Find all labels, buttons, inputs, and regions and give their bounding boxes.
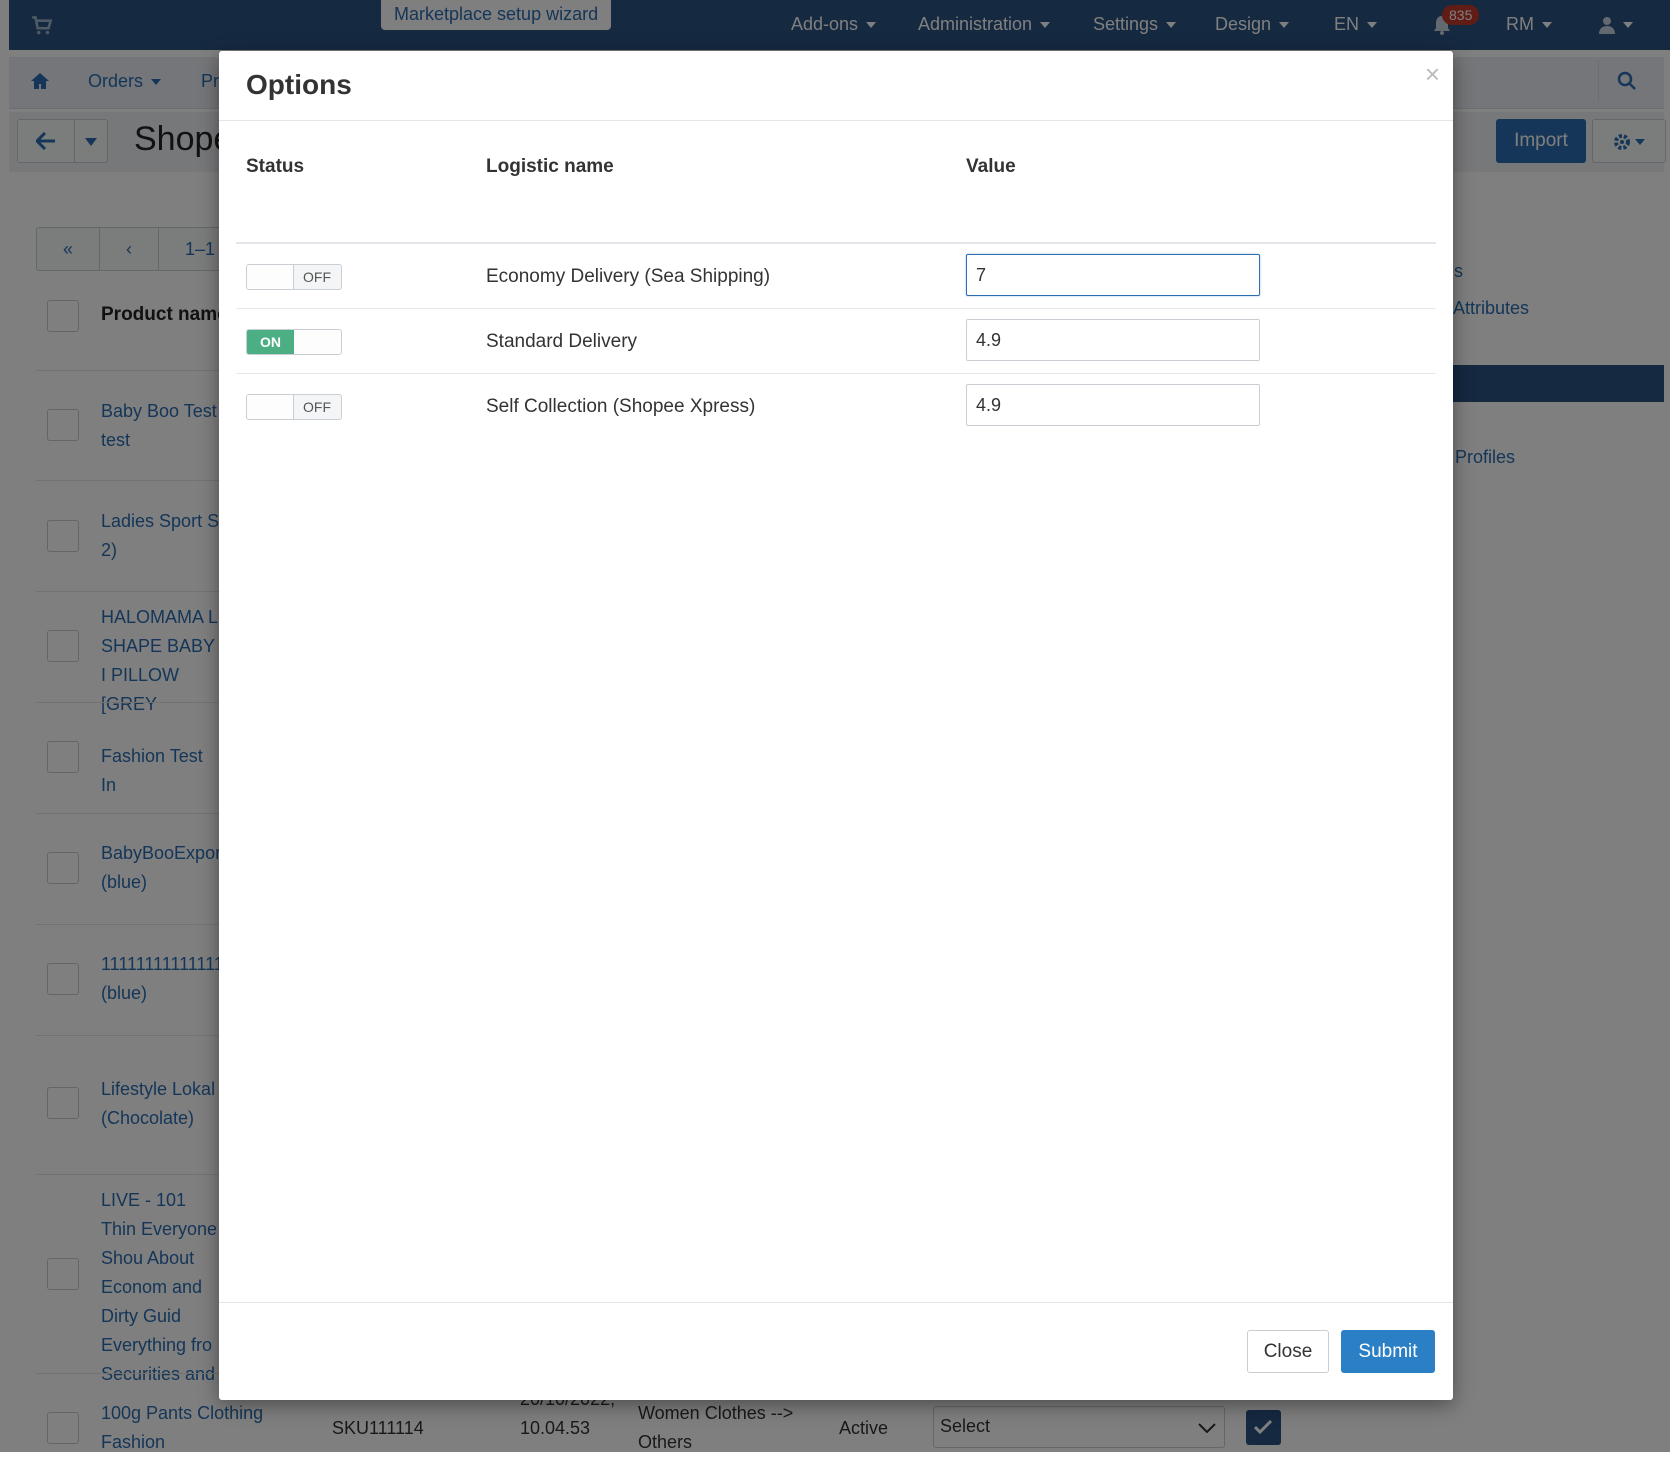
column-header-value: Value [966, 156, 1016, 177]
table-row: ON Standard Delivery [236, 309, 1436, 374]
logistic-name: Standard Delivery [486, 331, 638, 352]
column-header-status: Status [246, 156, 305, 177]
logistic-name: Self Collection (Shopee Xpress) [486, 396, 756, 417]
toggle-label: ON [260, 334, 281, 350]
modal-footer: Close Submit [219, 1302, 1453, 1400]
submit-button[interactable]: Submit [1341, 1330, 1435, 1373]
modal-title: Options [246, 69, 352, 100]
status-toggle[interactable]: OFF [246, 394, 342, 420]
table-row: OFF Economy Delivery (Sea Shipping) [236, 244, 1436, 309]
logistic-name: Economy Delivery (Sea Shipping) [486, 266, 771, 287]
value-input[interactable] [966, 254, 1260, 296]
status-toggle[interactable]: ON [246, 329, 342, 355]
value-input[interactable] [966, 319, 1260, 361]
options-modal: Options × Status Logistic name Value OFF… [219, 51, 1453, 1400]
close-icon[interactable]: × [1425, 59, 1440, 90]
status-toggle[interactable]: OFF [246, 264, 342, 290]
close-button[interactable]: Close [1247, 1330, 1329, 1373]
modal-header: Options × [219, 51, 1453, 121]
toggle-label: OFF [303, 399, 331, 415]
value-input[interactable] [966, 384, 1260, 426]
column-header-logistic-name: Logistic name [486, 156, 614, 177]
toggle-label: OFF [303, 269, 331, 285]
table-row: OFF Self Collection (Shopee Xpress) [236, 374, 1436, 439]
